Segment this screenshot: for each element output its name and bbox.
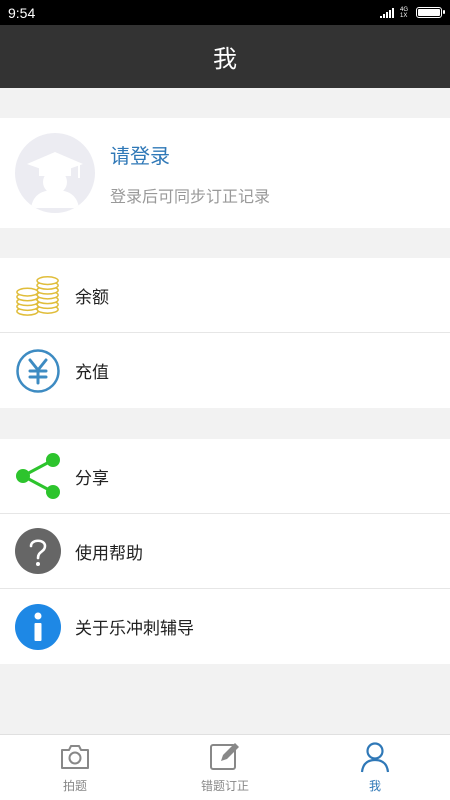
menu-item-about[interactable]: 关于乐冲刺辅导 (0, 589, 450, 664)
yuan-icon (15, 348, 61, 394)
avatar[interactable] (15, 133, 95, 213)
menu-item-help[interactable]: 使用帮助 (0, 514, 450, 589)
menu-item-recharge[interactable]: 充值 (0, 333, 450, 408)
page-title: 我 (213, 45, 237, 73)
menu-group-about: 分享 使用帮助 关于乐冲刺辅导 (0, 439, 450, 664)
edit-icon (209, 741, 241, 773)
tab-label: 我 (368, 779, 381, 793)
tab-mistakes[interactable]: 错题订正 (150, 735, 300, 800)
coins-icon (15, 272, 61, 318)
menu-item-label: 关于乐冲刺辅导 (75, 619, 194, 639)
graduate-avatar-icon (27, 152, 83, 208)
camera-icon (59, 741, 91, 773)
menu-item-label: 充值 (75, 363, 109, 383)
tab-me[interactable]: 我 (300, 735, 450, 800)
network-label: 4G 1X (400, 6, 409, 19)
menu-item-label: 余额 (75, 287, 109, 308)
title-bar: 我 (0, 25, 450, 88)
status-time: 9:54 (8, 4, 36, 21)
login-hint: 登录后可同步订正记录 (110, 186, 271, 206)
status-bar: 9:54 4G 1X (0, 0, 450, 25)
menu-item-balance[interactable]: 余额 (0, 258, 450, 333)
menu-item-share[interactable]: 分享 (0, 439, 450, 514)
signal-icon (380, 7, 394, 18)
tab-take-photo[interactable]: 拍题 (0, 735, 150, 800)
share-icon (15, 453, 61, 499)
menu-group-wallet: 余额 充值 (0, 258, 450, 408)
status-indicators: 4G 1X (380, 6, 445, 19)
info-icon (15, 603, 61, 650)
login-link[interactable]: 请登录 (110, 140, 270, 169)
tab-label: 错题订正 (200, 779, 249, 793)
tab-label: 拍题 (62, 779, 87, 793)
profile-card[interactable]: 请登录 登录后可同步订正记录 (0, 118, 450, 228)
menu-item-label: 分享 (75, 468, 109, 489)
menu-item-label: 使用帮助 (75, 543, 143, 564)
bottom-tab-bar: 拍题 错题订正 我 (0, 734, 450, 800)
help-icon (15, 528, 61, 574)
battery-icon (416, 7, 445, 18)
user-icon (359, 741, 391, 773)
